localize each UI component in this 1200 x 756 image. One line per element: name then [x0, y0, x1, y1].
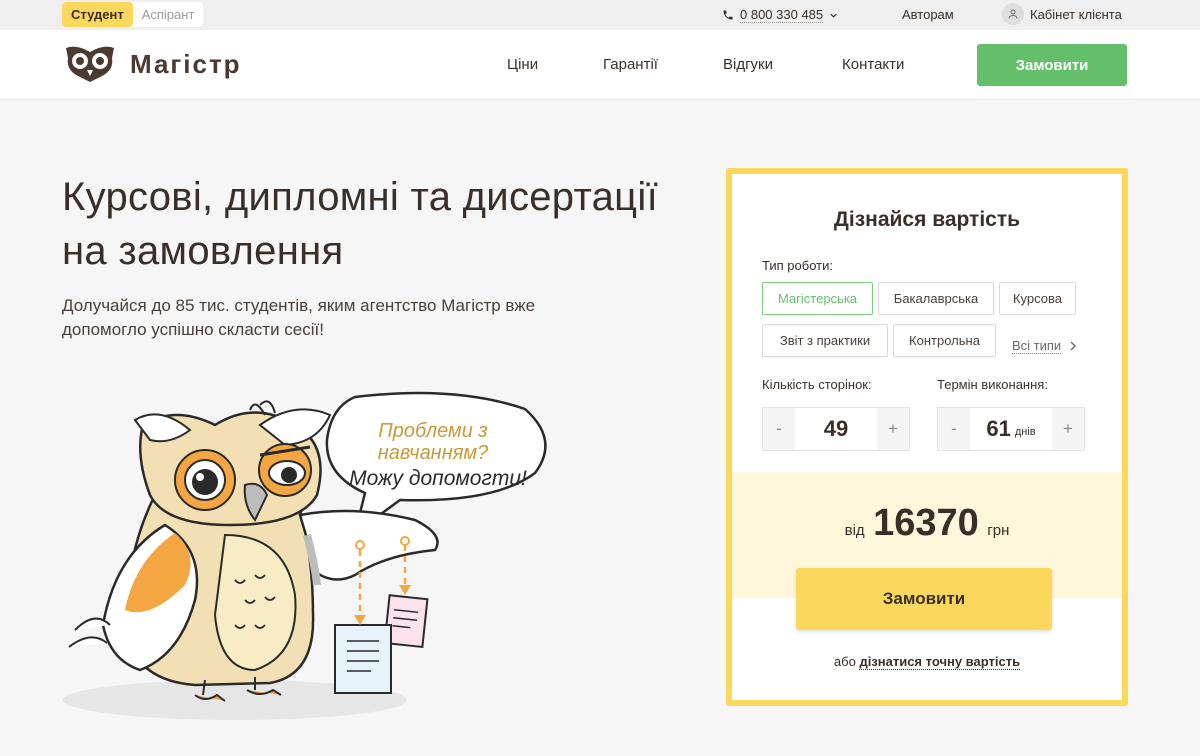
price-display: від 16370 грн — [732, 502, 1122, 545]
work-type-bachelor[interactable]: Бакалаврська — [878, 282, 994, 315]
work-type-practice-report[interactable]: Звіт з практики — [762, 324, 888, 357]
role-postgrad-tab[interactable]: Аспірант — [133, 2, 204, 27]
work-type-coursework[interactable]: Курсова — [999, 282, 1076, 315]
authors-link[interactable]: Авторам — [902, 7, 954, 22]
deadline-stepper: - 61 днів + — [937, 407, 1085, 451]
nav-contacts[interactable]: Контакти — [842, 56, 904, 73]
speech-line-3: Можу допомогти! — [349, 467, 527, 490]
hero-title: Курсові, дипломні та дисертації на замов… — [62, 175, 658, 273]
exact-price-link[interactable]: дізнатися точну вартість — [859, 654, 1021, 670]
price-prefix: від — [844, 522, 865, 539]
price-calculator: Дізнайся вартість Тип роботи: Магістерсь… — [726, 168, 1128, 706]
work-type-test[interactable]: Контрольна — [893, 324, 996, 357]
nav-guarantees[interactable]: Гарантії — [603, 56, 658, 73]
owl-illustration: Проблеми з навчанням? Можу допомогти! — [55, 385, 555, 725]
hero-subtitle: Долучайся до 85 тис. студентів, яким аге… — [62, 296, 536, 339]
pages-plus-button[interactable]: + — [877, 408, 909, 450]
phone-dropdown[interactable]: 0 800 330 485 — [722, 7, 838, 23]
role-switch: Студент Аспірант — [62, 2, 204, 27]
phone-icon — [723, 10, 733, 20]
user-icon — [1002, 3, 1024, 25]
cabinet-label: Кабінет клієнта — [1030, 6, 1122, 22]
work-type-label: Тип роботи: — [762, 258, 833, 273]
work-type-master[interactable]: Магістерська — [762, 282, 873, 315]
pages-value[interactable]: 49 — [795, 408, 877, 450]
speech-line-1: Проблеми з — [378, 420, 487, 442]
all-types-label: Всі типи — [1012, 338, 1062, 354]
logo-text: Магістр — [130, 48, 242, 79]
top-bar: Студент Аспірант 0 800 330 485 Авторам К… — [0, 0, 1200, 30]
owl-logo-icon — [66, 46, 114, 82]
calculator-order-button[interactable]: Замовити — [796, 568, 1052, 630]
role-student-tab[interactable]: Студент — [62, 2, 133, 27]
phone-number[interactable]: 0 800 330 485 — [740, 7, 824, 23]
client-cabinet-link[interactable]: Кабінет клієнта — [1002, 3, 1122, 25]
pages-minus-button[interactable]: - — [763, 408, 795, 450]
main-header: Магістр Ціни Гарантії Відгуки Контакти З… — [0, 30, 1200, 100]
calculator-footer: або дізнатися точну вартість — [732, 654, 1122, 670]
nav-reviews[interactable]: Відгуки — [723, 56, 773, 73]
logo[interactable]: Магістр — [62, 44, 242, 84]
deadline-minus-button[interactable]: - — [938, 408, 970, 450]
price-currency: грн — [987, 522, 1010, 539]
deadline-plus-button[interactable]: + — [1052, 408, 1084, 450]
price-amount: 16370 — [873, 502, 979, 544]
all-types-link[interactable]: Всі типи — [1012, 338, 1077, 354]
deadline-label: Термін виконання: — [937, 377, 1048, 392]
pages-label: Кількість сторінок: — [762, 377, 872, 392]
footer-prefix: або — [833, 654, 856, 669]
chevron-down-icon — [830, 13, 837, 18]
deadline-unit: днів — [1014, 426, 1036, 438]
pages-stepper: - 49 + — [762, 407, 910, 451]
header-order-button[interactable]: Замовити — [977, 44, 1127, 86]
speech-line-2: навчанням? — [378, 442, 489, 464]
chevron-right-icon — [1070, 341, 1077, 351]
deadline-value[interactable]: 61 днів — [970, 408, 1052, 450]
calculator-title: Дізнайся вартість — [833, 208, 1021, 231]
nav-prices[interactable]: Ціни — [507, 56, 538, 73]
